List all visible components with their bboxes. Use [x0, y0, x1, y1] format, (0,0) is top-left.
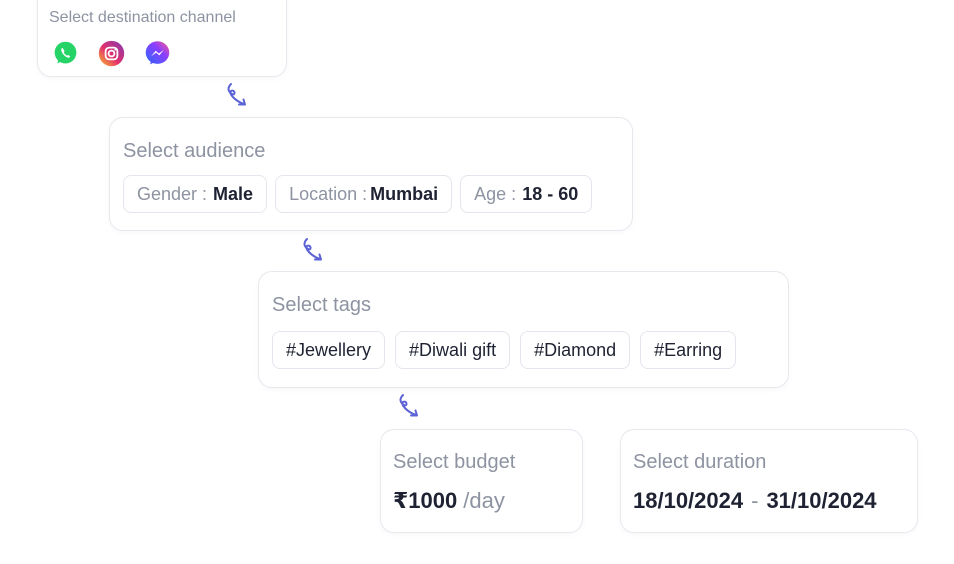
- duration-separator: -: [751, 488, 759, 513]
- age-chip[interactable]: Age : 18 - 60: [460, 175, 593, 213]
- channel-icon-list: [51, 39, 172, 68]
- destination-channel-title: Select destination channel: [49, 9, 236, 26]
- gender-chip[interactable]: Gender : Male: [123, 175, 268, 213]
- gender-value: Male: [213, 183, 254, 204]
- location-label: Location :: [289, 183, 368, 204]
- instagram-icon[interactable]: [97, 39, 126, 68]
- duration-end-date: 31/10/2024: [766, 488, 877, 513]
- tag-chip-jewellery[interactable]: #Jewellery: [272, 331, 386, 369]
- duration-range: 18/10/2024-31/10/2024: [633, 488, 877, 514]
- age-value: 18 - 60: [522, 183, 579, 204]
- whatsapp-icon[interactable]: [51, 39, 80, 68]
- campaign-setup-flow: Select destination channel Select audien…: [0, 0, 954, 564]
- duration-start-date: 18/10/2024: [633, 488, 744, 513]
- tag-list: #Jewellery #Diwali gift #Diamond #Earrin…: [272, 331, 737, 369]
- flow-connector-arrow: [303, 238, 322, 261]
- duration-card[interactable]: Select duration 18/10/2024-31/10/2024: [620, 429, 918, 533]
- budget-unit: /day: [463, 488, 505, 513]
- gender-label: Gender :: [137, 183, 208, 204]
- tag-chip-diwali-gift[interactable]: #Diwali gift: [395, 331, 511, 369]
- tags-title: Select tags: [272, 294, 371, 316]
- budget-value: ₹1000/day: [393, 488, 505, 514]
- tag-chip-earring[interactable]: #Earring: [640, 331, 737, 369]
- budget-title: Select budget: [393, 451, 516, 473]
- tag-chip-diamond[interactable]: #Diamond: [520, 331, 631, 369]
- audience-card: Select audience Gender : Male Location :…: [109, 117, 633, 231]
- audience-filter-list: Gender : Male Location : Mumbai Age : 18…: [123, 175, 593, 213]
- audience-title: Select audience: [123, 140, 266, 162]
- messenger-icon[interactable]: [143, 39, 172, 68]
- location-chip[interactable]: Location : Mumbai: [275, 175, 453, 213]
- budget-amount: ₹1000: [393, 488, 458, 513]
- duration-title: Select duration: [633, 451, 767, 473]
- destination-channel-card: Select destination channel: [37, 0, 287, 77]
- budget-card[interactable]: Select budget ₹1000/day: [380, 429, 583, 533]
- tags-card: Select tags #Jewellery #Diwali gift #Dia…: [258, 271, 789, 388]
- age-label: Age :: [474, 183, 517, 204]
- location-value: Mumbai: [370, 183, 439, 204]
- flow-connector-arrow: [399, 394, 418, 417]
- flow-connector-arrow: [227, 83, 246, 106]
